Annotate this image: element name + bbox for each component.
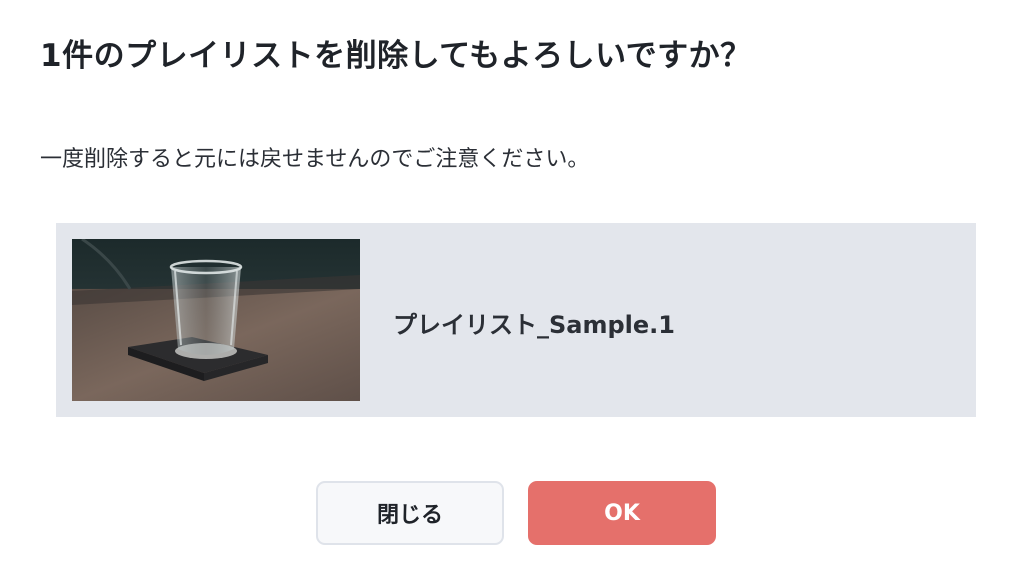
dialog-message: 一度削除すると元には戻せませんのでご注意ください。 <box>40 147 590 172</box>
ok-button[interactable]: OK <box>528 481 716 545</box>
close-button[interactable]: 閉じる <box>316 481 504 545</box>
playlist-name: プレイリスト_Sample.1 <box>393 311 675 339</box>
delete-playlist-dialog: 1件のプレイリストを削除してもよろしいですか？ 一度削除すると元には戻せませんの… <box>0 0 1032 566</box>
dialog-title: 1件のプレイリストを削除してもよろしいですか？ <box>40 38 752 74</box>
playlist-thumbnail <box>72 239 360 401</box>
glass-on-coaster-image <box>72 239 360 401</box>
playlist-item: プレイリスト_Sample.1 <box>56 223 976 417</box>
